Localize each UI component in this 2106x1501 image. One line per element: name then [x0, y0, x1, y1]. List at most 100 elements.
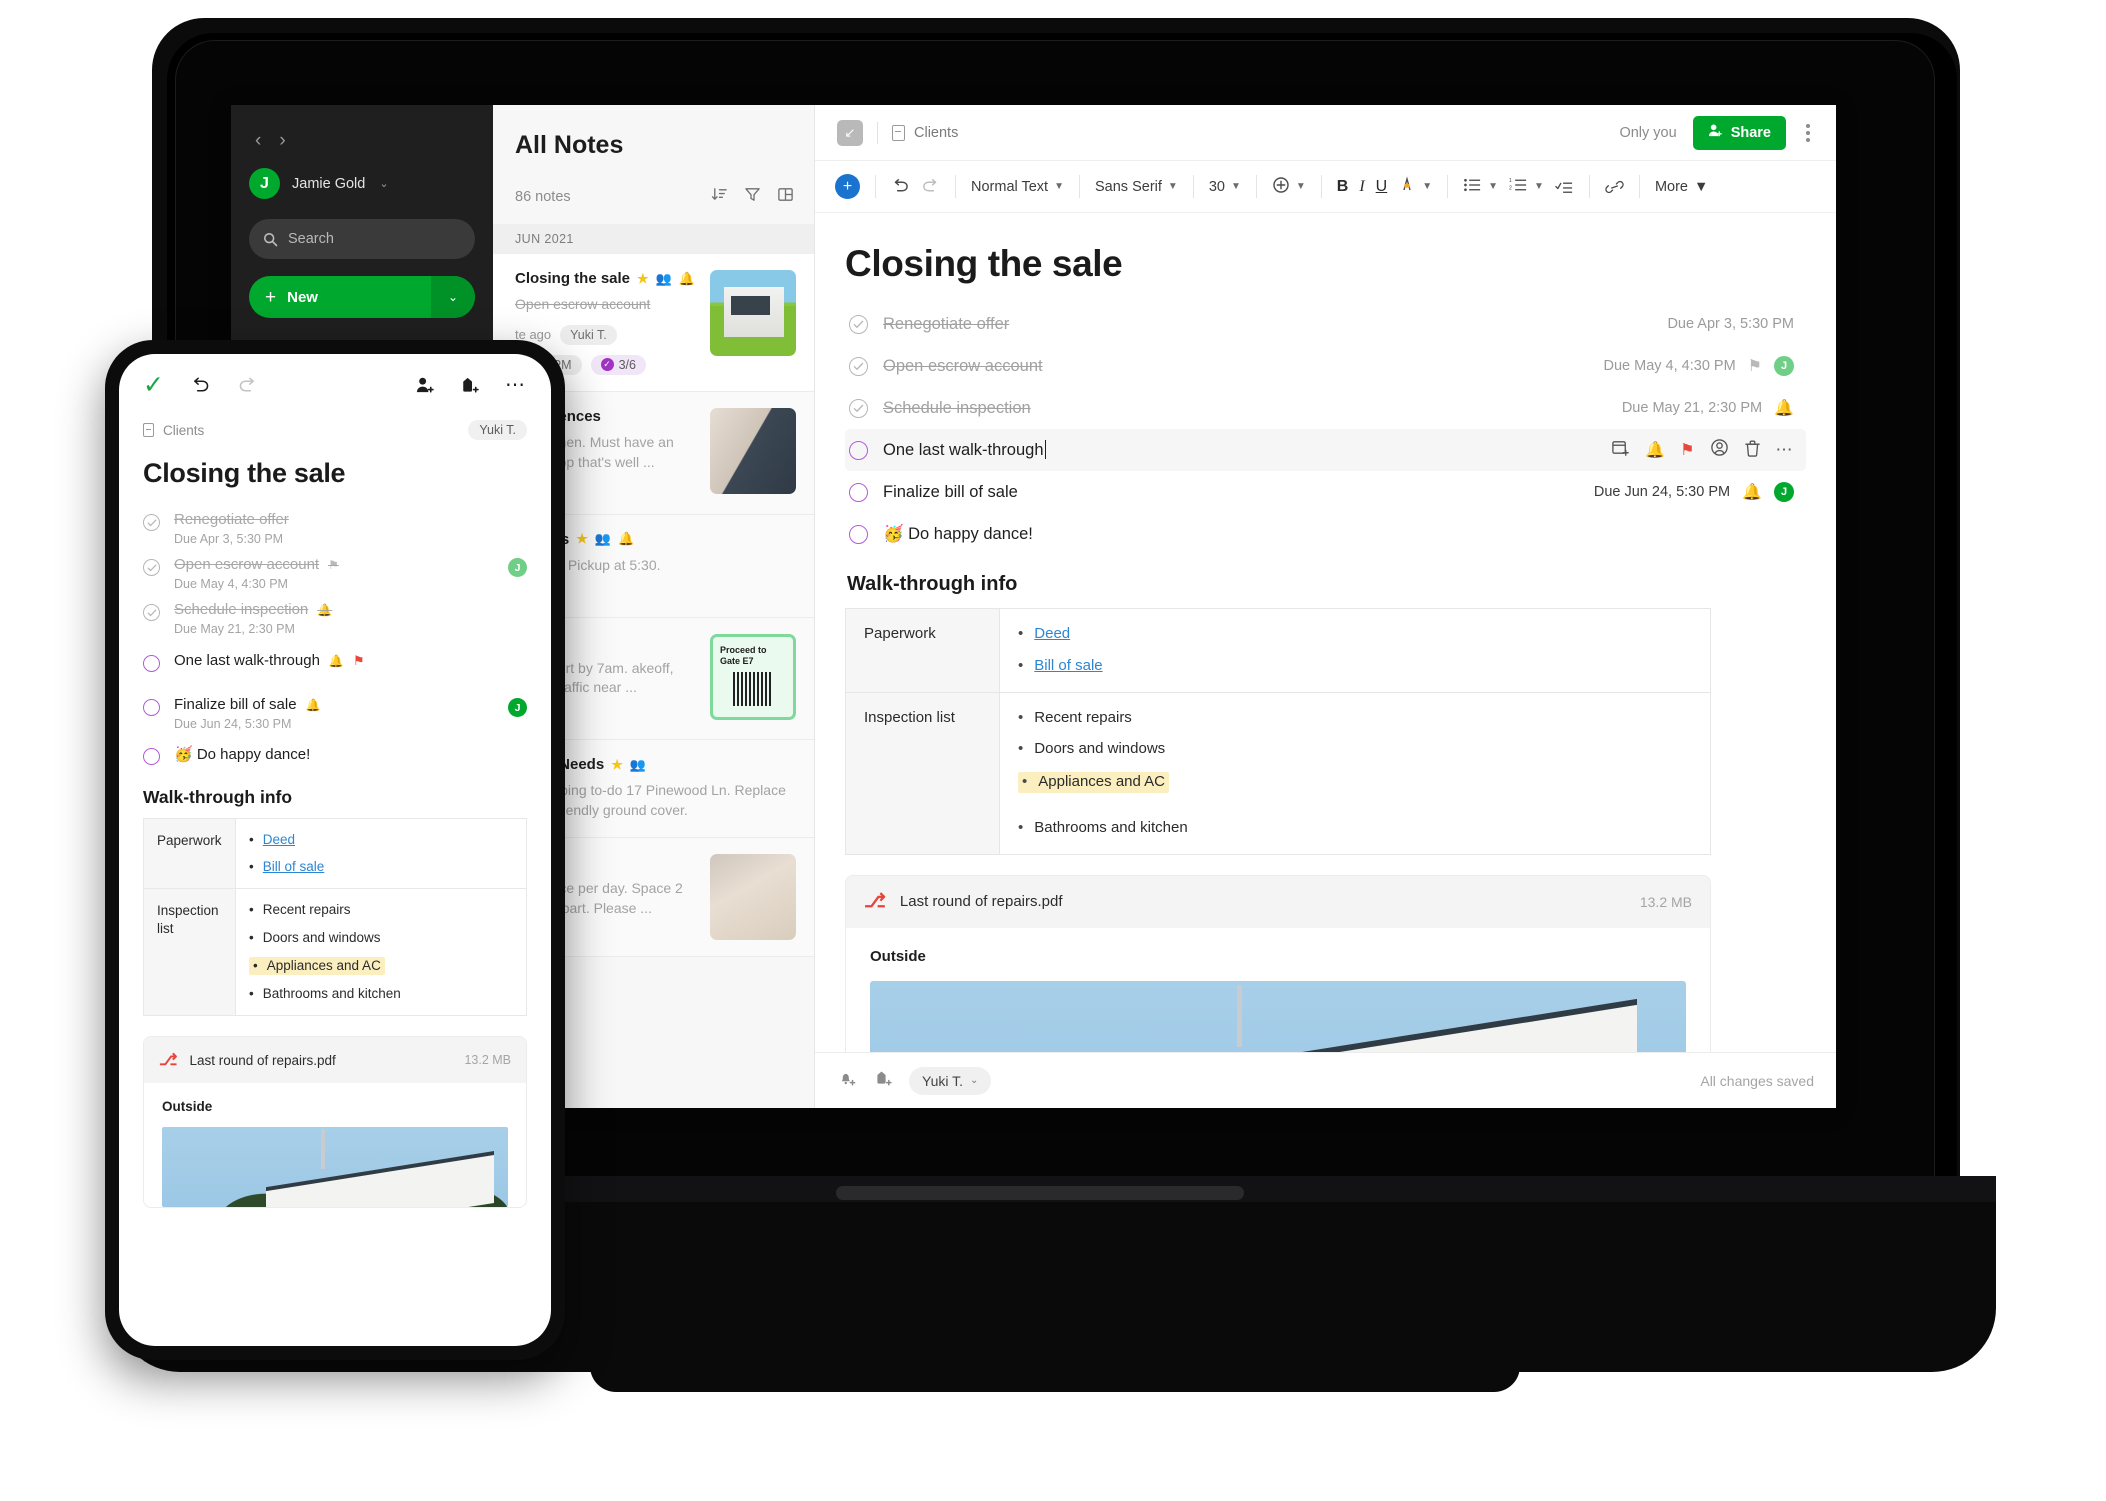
- note-progress-value: 3/6: [618, 357, 636, 372]
- task-row[interactable]: Renegotiate offer Due Apr 3, 5:30 PM: [845, 303, 1806, 345]
- task-row[interactable]: 🥳 Do happy dance!: [119, 735, 551, 769]
- forward-icon[interactable]: ›: [279, 131, 285, 150]
- note-author-select[interactable]: Yuki T. ⌄: [909, 1066, 992, 1095]
- checkbox-unchecked-icon[interactable]: [849, 482, 868, 502]
- layout-icon[interactable]: [777, 186, 794, 208]
- new-note-button[interactable]: + New ⌄: [249, 276, 475, 318]
- search-input[interactable]: Search: [249, 219, 475, 259]
- task-row[interactable]: Open escrow account Due May 4, 4:30 PM ⚑…: [845, 345, 1806, 387]
- checkbox-unchecked-icon[interactable]: [849, 440, 868, 460]
- checklist-icon[interactable]: [1555, 179, 1574, 195]
- attachment-card[interactable]: ⎇ Last round of repairs.pdf 13.2 MB Outs…: [143, 1036, 527, 1209]
- checkbox-checked-icon[interactable]: [143, 604, 160, 621]
- checkbox-unchecked-icon[interactable]: [143, 655, 160, 672]
- breadcrumb-label[interactable]: Clients: [163, 423, 204, 438]
- checkbox-checked-icon[interactable]: [849, 398, 868, 418]
- assign-icon[interactable]: [1710, 438, 1729, 462]
- sharing-status: Only you: [1619, 124, 1677, 141]
- undo-icon[interactable]: [190, 376, 211, 395]
- checkbox-checked-icon[interactable]: [849, 314, 868, 334]
- add-content-icon[interactable]: +: [835, 174, 860, 199]
- link-bill-of-sale[interactable]: Bill of sale: [1034, 657, 1102, 676]
- breadcrumb[interactable]: Clients: [892, 124, 958, 141]
- task-assignee-avatar[interactable]: J: [508, 698, 527, 717]
- task-row[interactable]: Schedule inspection Due May 21, 2:30 PM …: [845, 387, 1806, 429]
- section-title: Walk-through info: [143, 787, 293, 807]
- task-meta: Due May 4, 4:30 PM ⚑ J: [1603, 356, 1794, 376]
- add-tag-icon[interactable]: [460, 375, 481, 395]
- back-icon[interactable]: ‹: [255, 131, 261, 150]
- flag-icon[interactable]: ⚑: [1748, 356, 1762, 376]
- checkbox-unchecked-icon[interactable]: [143, 699, 160, 716]
- italic-button[interactable]: I: [1359, 178, 1364, 196]
- task-row[interactable]: Open escrow account ⚑ Due May 4, 4:30 PM…: [119, 550, 551, 595]
- redo-icon[interactable]: [237, 376, 258, 395]
- checkbox-checked-icon[interactable]: [143, 559, 160, 576]
- more-icon[interactable]: ⋯: [1776, 441, 1795, 458]
- highlight-menu[interactable]: ▼: [1398, 175, 1432, 198]
- share-button[interactable]: Share: [1692, 115, 1786, 150]
- font-size-select[interactable]: 30 ▼: [1209, 179, 1241, 195]
- delete-icon[interactable]: [1744, 439, 1761, 462]
- paragraph-style-select[interactable]: Normal Text ▼: [971, 179, 1064, 195]
- reminder-icon[interactable]: 🔔: [329, 654, 344, 668]
- account-switcher[interactable]: J Jamie Gold ⌄: [249, 168, 475, 199]
- task-row-active[interactable]: One last walk-through 🔔 ⚑ ⋯: [845, 429, 1806, 471]
- task-row[interactable]: Schedule inspection 🔔 Due May 21, 2:30 P…: [119, 595, 551, 640]
- font-family-select[interactable]: Sans Serif ▼: [1095, 179, 1178, 195]
- task-row[interactable]: One last walk-through 🔔 ⚑: [119, 640, 551, 684]
- reminder-icon[interactable]: 🔔: [1645, 440, 1665, 460]
- reminder-icon[interactable]: 🔔: [317, 603, 332, 617]
- checkbox-unchecked-icon[interactable]: [143, 748, 160, 765]
- task-assignee-avatar[interactable]: J: [1774, 356, 1794, 376]
- link-icon[interactable]: [1605, 179, 1624, 195]
- bold-button[interactable]: B: [1337, 178, 1349, 196]
- phone-screen: ✓ ⋯ Clients Yuki T. Closing the sale Ren…: [119, 354, 551, 1346]
- insert-menu[interactable]: ▼: [1272, 176, 1306, 198]
- filter-icon[interactable]: [744, 186, 761, 208]
- more-dots-icon[interactable]: ⋯: [505, 375, 527, 395]
- checkbox-checked-icon[interactable]: [143, 514, 160, 531]
- pdf-icon: ⎇: [159, 1052, 178, 1070]
- redo-icon[interactable]: [921, 178, 940, 195]
- checkbox-unchecked-icon[interactable]: [849, 524, 868, 544]
- new-note-main[interactable]: + New: [249, 276, 431, 318]
- reminder-icon[interactable]: 🔔: [306, 698, 321, 712]
- task-assignee-avatar[interactable]: J: [508, 558, 527, 577]
- attachment-photo: [162, 1127, 508, 1208]
- add-reminder-icon[interactable]: [837, 1068, 857, 1093]
- add-person-icon[interactable]: [415, 375, 436, 395]
- kebab-menu-icon[interactable]: [1802, 120, 1814, 146]
- flag-icon[interactable]: ⚑: [353, 653, 365, 669]
- numbered-list-menu[interactable]: 12 ▼: [1509, 177, 1544, 197]
- list-item-text: Recent repairs: [262, 902, 351, 918]
- task-row[interactable]: Finalize bill of sale 🔔 Due Jun 24, 5:30…: [119, 684, 551, 735]
- task-meta: Due Apr 3, 5:30 PM: [1667, 316, 1794, 332]
- add-tag-icon[interactable]: [873, 1068, 893, 1093]
- expand-collapse-icon[interactable]: ↙: [837, 119, 863, 146]
- task-row[interactable]: Finalize bill of sale Due Jun 24, 5:30 P…: [845, 471, 1806, 513]
- attachment-name: Last round of repairs.pdf: [899, 893, 1063, 910]
- checkbox-checked-icon[interactable]: [849, 356, 868, 376]
- check-icon[interactable]: ✓: [143, 372, 164, 398]
- task-row[interactable]: 🥳 Do happy dance!: [845, 513, 1806, 555]
- sort-icon[interactable]: [711, 186, 728, 208]
- link-deed[interactable]: Deed: [263, 832, 295, 848]
- flag-icon[interactable]: ⚑: [328, 558, 339, 572]
- bullet-list-menu[interactable]: ▼: [1463, 177, 1498, 197]
- new-note-dropdown[interactable]: ⌄: [431, 276, 475, 318]
- editor-body: Closing the sale Renegotiate offer Due A…: [815, 213, 1836, 1052]
- underline-button[interactable]: U: [1376, 178, 1388, 196]
- task-row[interactable]: Renegotiate offer Due Apr 3, 5:30 PM: [119, 505, 551, 550]
- flag-icon[interactable]: ⚑: [1680, 440, 1694, 460]
- more-formatting-menu[interactable]: More ▼: [1655, 179, 1708, 195]
- task-label[interactable]: One last walk-through: [883, 440, 1046, 460]
- undo-icon[interactable]: [891, 178, 910, 195]
- task-assignee-avatar[interactable]: J: [1774, 482, 1794, 502]
- link-bill-of-sale[interactable]: Bill of sale: [263, 859, 325, 875]
- reminder-icon[interactable]: 🔔: [1774, 398, 1794, 418]
- calendar-add-icon[interactable]: [1611, 438, 1630, 462]
- link-deed[interactable]: Deed: [1034, 625, 1070, 644]
- reminder-icon[interactable]: 🔔: [1742, 482, 1762, 502]
- attachment-card[interactable]: ⎇ Last round of repairs.pdf 13.2 MB Outs…: [845, 874, 1711, 1052]
